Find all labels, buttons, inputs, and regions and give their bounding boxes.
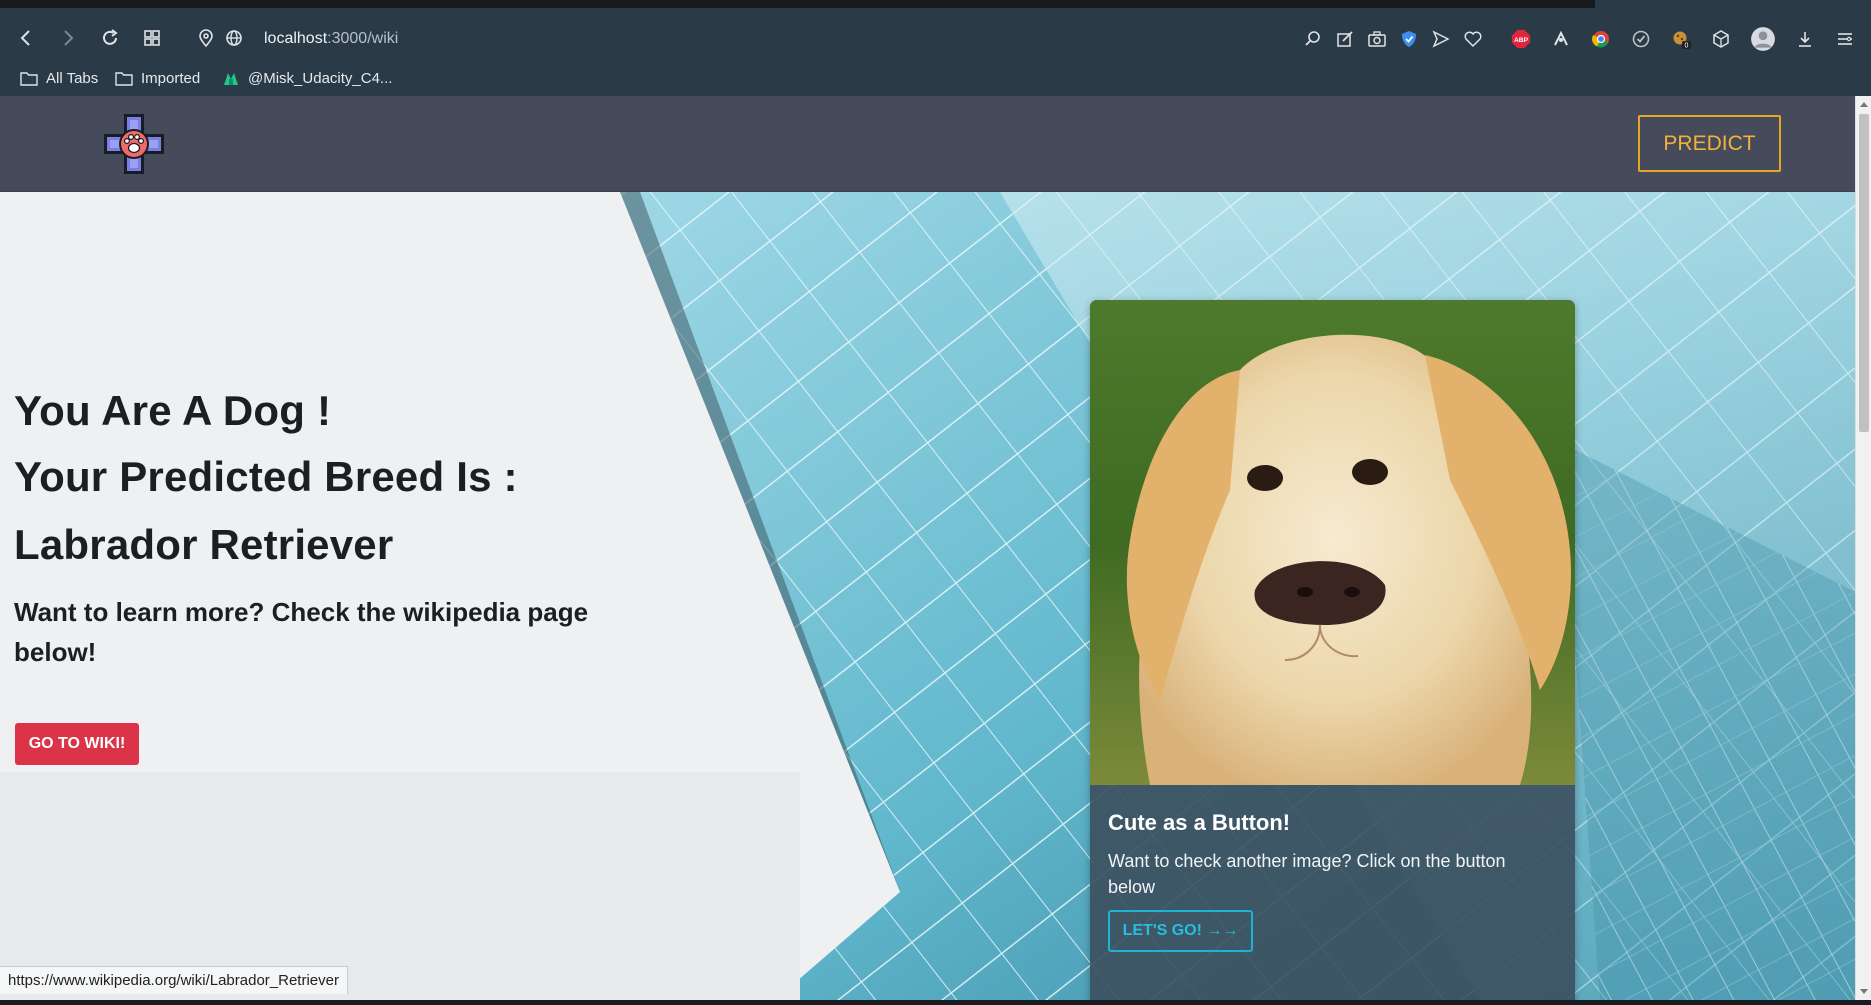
cookie-icon: 0 bbox=[1673, 31, 1691, 50]
heart-icon bbox=[1464, 31, 1482, 48]
dog-photo bbox=[1090, 300, 1575, 785]
extension-button-2[interactable] bbox=[1548, 26, 1574, 52]
chrome-icon bbox=[1592, 31, 1609, 48]
svg-text:0: 0 bbox=[1685, 43, 1689, 50]
wiki-prompt-text: Want to learn more? Check the wikipedia … bbox=[14, 597, 589, 667]
reload-icon bbox=[103, 29, 118, 45]
prediction-card: Cute as a Button! Want to check another … bbox=[1090, 300, 1575, 1000]
downloads-button[interactable] bbox=[1792, 26, 1818, 52]
camera-icon bbox=[1368, 31, 1386, 47]
edit-icon bbox=[1337, 31, 1353, 47]
card-text: Want to check another image? Click on th… bbox=[1108, 851, 1506, 897]
address-bar[interactable]: localhost:3000/wiki bbox=[264, 22, 398, 56]
adblock-extension-button[interactable]: ABP bbox=[1508, 26, 1534, 52]
url-host: localhost bbox=[264, 30, 328, 47]
bookmark-all-tabs[interactable]: All Tabs bbox=[20, 66, 98, 90]
go-to-wiki-button[interactable]: GO TO WIKI! bbox=[15, 723, 139, 765]
forward-button[interactable] bbox=[52, 22, 84, 54]
shield-extension-button[interactable] bbox=[1396, 26, 1422, 52]
predict-button[interactable]: PREDICT bbox=[1638, 115, 1781, 172]
forward-arrow-icon bbox=[64, 30, 74, 46]
menu-button[interactable] bbox=[1832, 26, 1858, 52]
shield-icon bbox=[1402, 31, 1416, 47]
menu-icon bbox=[1838, 33, 1852, 45]
back-button[interactable] bbox=[10, 22, 42, 54]
screenshot-button[interactable] bbox=[1364, 26, 1390, 52]
download-icon bbox=[1799, 32, 1811, 47]
browser-toolbar: localhost:3000/wiki ABP 0 All Tabs Impor… bbox=[0, 8, 1871, 96]
predicted-breed-label: Your Predicted Breed Is : bbox=[14, 453, 518, 500]
bookmark-label: @Misk_Udacity_C4... bbox=[248, 69, 393, 87]
paw-cross-logo[interactable] bbox=[100, 110, 168, 178]
folder-icon bbox=[20, 72, 38, 86]
adblock-icon: ABP bbox=[1511, 29, 1531, 49]
bookmark-misk-udacity[interactable]: @Misk_Udacity_C4... bbox=[222, 66, 392, 90]
chrome-extension-button[interactable] bbox=[1588, 26, 1614, 52]
favorites-button[interactable] bbox=[1460, 26, 1486, 52]
bookmark-label: Imported bbox=[141, 69, 201, 87]
search-icon bbox=[1305, 31, 1320, 46]
cookie-extension-button[interactable]: 0 bbox=[1668, 26, 1694, 52]
grid-icon bbox=[144, 30, 160, 46]
site-info-button[interactable] bbox=[218, 22, 250, 54]
hero-section: You Are A Dog ! Your Predicted Breed Is … bbox=[0, 192, 1855, 1000]
bookmark-imported[interactable]: Imported bbox=[115, 66, 200, 90]
card-title: Cute as a Button! bbox=[1108, 810, 1291, 835]
window-bottom-strip bbox=[0, 1000, 1871, 1005]
edit-page-button[interactable] bbox=[1332, 26, 1358, 52]
location-pin-icon bbox=[199, 29, 213, 48]
back-arrow-icon bbox=[20, 30, 30, 46]
tab-grid-button[interactable] bbox=[136, 22, 168, 54]
scroll-down-arrow[interactable] bbox=[1860, 989, 1868, 994]
search-page-button[interactable] bbox=[1300, 26, 1326, 52]
page-viewport: PREDICT You Are A Dog ! Your Predicted B… bbox=[0, 96, 1855, 1000]
bookmark-label: All Tabs bbox=[46, 69, 99, 87]
globe-icon bbox=[226, 30, 242, 46]
fork-extension-icon bbox=[1554, 30, 1568, 46]
lets-go-button[interactable]: LET'S GO! →→ bbox=[1108, 910, 1253, 952]
check-extension-button[interactable] bbox=[1628, 26, 1654, 52]
svg-text:ABP: ABP bbox=[1514, 37, 1529, 44]
predicted-breed-name: Labrador Retriever bbox=[14, 521, 394, 568]
reload-button[interactable] bbox=[94, 22, 126, 54]
profile-button[interactable] bbox=[1748, 24, 1778, 54]
link-status-bar: https://www.wikipedia.org/wiki/Labrador_… bbox=[0, 966, 348, 994]
window-top-strip bbox=[0, 0, 1871, 8]
scroll-up-arrow[interactable] bbox=[1860, 102, 1868, 107]
avatar-icon bbox=[1751, 27, 1775, 51]
folder-icon bbox=[115, 72, 133, 86]
check-circle-icon bbox=[1632, 30, 1650, 48]
bookmarks-bar: All Tabs Imported @Misk_Udacity_C4... bbox=[0, 60, 1871, 96]
bookmark-site-icon bbox=[224, 73, 238, 85]
cube-icon bbox=[1713, 30, 1729, 48]
extensions-button[interactable] bbox=[1708, 26, 1734, 52]
scroll-thumb[interactable] bbox=[1859, 114, 1869, 432]
page-scrollbar[interactable] bbox=[1855, 96, 1871, 1000]
send-button[interactable] bbox=[1428, 26, 1454, 52]
send-icon bbox=[1432, 30, 1450, 48]
result-heading: You Are A Dog ! bbox=[14, 387, 332, 434]
url-path: :3000/wiki bbox=[327, 30, 399, 47]
site-header: PREDICT bbox=[0, 96, 1855, 192]
